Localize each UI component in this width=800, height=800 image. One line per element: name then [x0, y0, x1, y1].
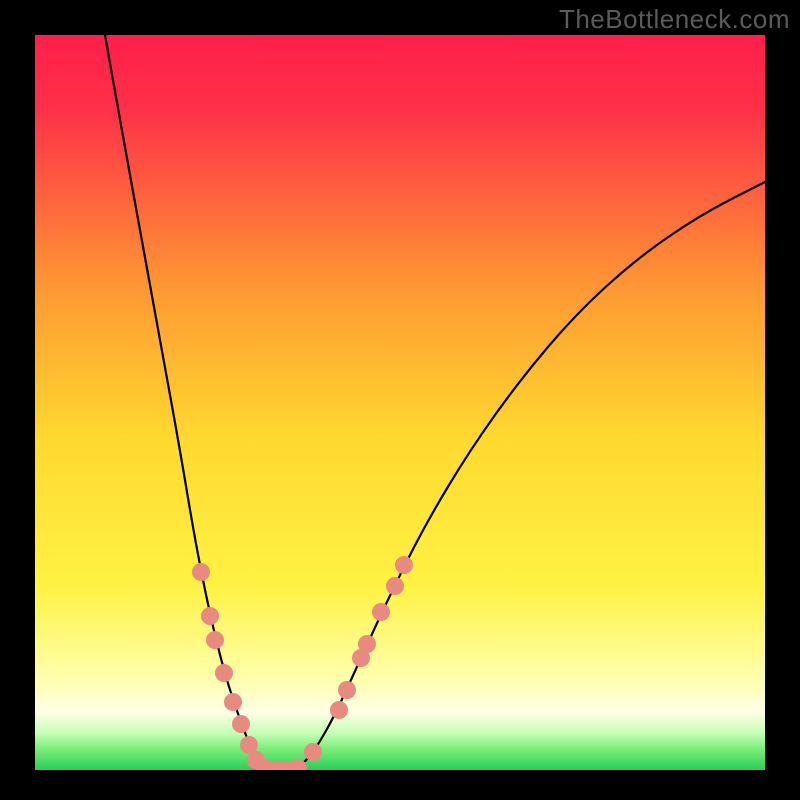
gradient-background: [35, 35, 765, 770]
data-marker: [215, 664, 233, 682]
data-marker: [372, 603, 390, 621]
chart-container: { "watermark": "TheBottleneck.com", "col…: [0, 0, 800, 800]
data-marker: [232, 715, 250, 733]
data-marker: [358, 635, 376, 653]
watermark-text: TheBottleneck.com: [559, 4, 790, 35]
data-marker: [386, 577, 404, 595]
data-marker: [201, 607, 219, 625]
data-marker: [192, 563, 210, 581]
data-marker: [224, 693, 242, 711]
data-marker: [330, 701, 348, 719]
data-marker: [304, 743, 322, 761]
data-marker: [395, 556, 413, 574]
data-marker: [206, 631, 224, 649]
bottleneck-chart: [0, 0, 800, 800]
data-marker: [338, 681, 356, 699]
